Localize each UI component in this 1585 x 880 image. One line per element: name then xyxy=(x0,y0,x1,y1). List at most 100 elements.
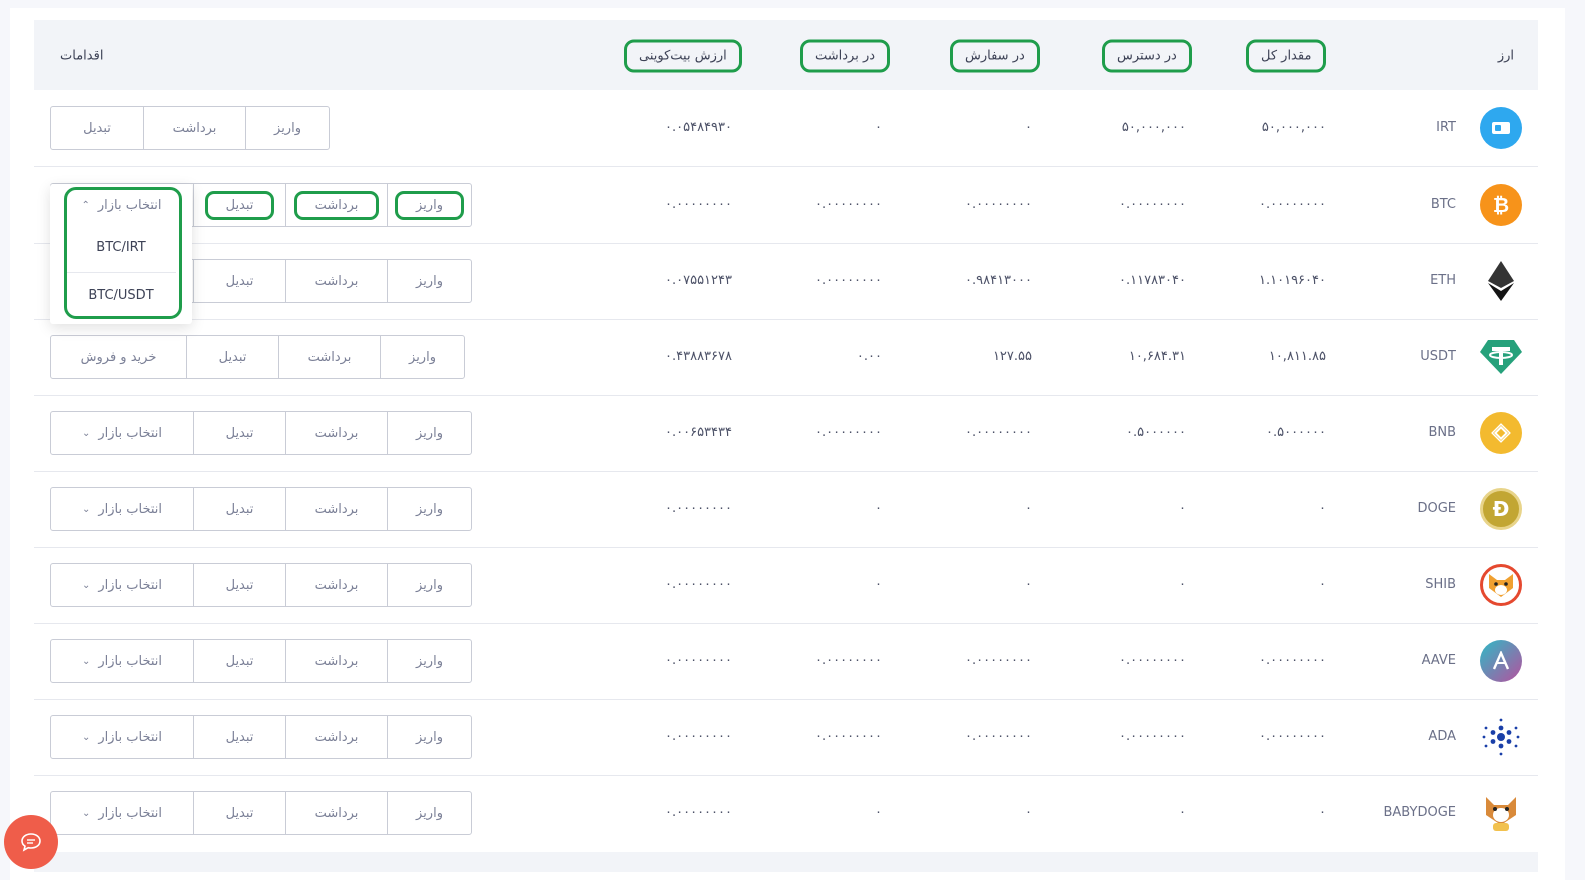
cell-available: ۰.۰۰۰۰۰۰۰۰ xyxy=(1119,653,1186,668)
market-select-open[interactable]: انتخاب بازار ⌃ xyxy=(64,193,179,217)
tether-icon xyxy=(1480,336,1522,378)
row-actions: واریز برداشت تبدیل xyxy=(50,106,330,150)
shiba-icon xyxy=(1480,564,1522,606)
header-in-order: در سفارش xyxy=(950,39,1040,73)
cell-total: ۰ xyxy=(1319,805,1326,820)
chat-button[interactable] xyxy=(4,815,58,869)
buy-sell-button[interactable]: خرید و فروش xyxy=(51,336,186,378)
table-row: USDT ۱۰,۸۱۱.۸۵ ۱۰,۶۸۴.۳۱ ۱۲۷.۵۵ ۰.۰۰ ۰.۴… xyxy=(34,319,1538,396)
cell-available: ۵۰,۰۰۰,۰۰۰ xyxy=(1121,120,1186,135)
cell-available: ۱۰,۶۸۴.۳۱ xyxy=(1128,349,1186,364)
chevron-down-icon: ⌄ xyxy=(82,427,91,439)
cell-in-withdraw: ۰.۰۰۰۰۰۰۰۰ xyxy=(815,729,882,744)
withdraw-button[interactable]: برداشت xyxy=(285,716,387,758)
table-footer xyxy=(34,852,1538,872)
cell-in-withdraw: ۰.۰۰۰۰۰۰۰۰ xyxy=(815,273,882,288)
cell-total: ۵۰,۰۰۰,۰۰۰ xyxy=(1261,120,1326,135)
cell-btc-value: ۰.۰۰۰۰۰۰۰۰ xyxy=(665,729,732,744)
table-row: ADA ۰.۰۰۰۰۰۰۰۰ ۰.۰۰۰۰۰۰۰۰ ۰.۰۰۰۰۰۰۰۰ ۰.۰… xyxy=(34,699,1538,776)
market-select[interactable]: انتخاب بازار ⌄ xyxy=(51,412,193,454)
convert-label: تبدیل xyxy=(204,190,275,220)
dogecoin-icon: Ð xyxy=(1480,488,1522,530)
deposit-button[interactable]: واریز xyxy=(387,564,471,606)
convert-button[interactable]: تبدیل xyxy=(193,184,285,226)
coin-symbol: AAVE xyxy=(1421,653,1456,668)
cell-btc-value: ۰.۰۰۰۰۰۰۰۰ xyxy=(665,197,732,212)
coin-symbol: ADA xyxy=(1428,729,1456,744)
cell-btc-value: ۰.۰۰۰۰۰۰۰۰ xyxy=(665,501,732,516)
convert-button[interactable]: تبدیل xyxy=(193,412,285,454)
coin-symbol: DOGE xyxy=(1417,501,1456,516)
wallet-card: ارز مقدار کل در دسترس در سفارش در برداشت… xyxy=(10,8,1565,880)
header-currency: ارز xyxy=(1497,48,1514,64)
cell-in-order: ۰ xyxy=(1025,577,1032,592)
table-row: BNB ۰.۵۰۰۰۰۰۰ ۰.۵۰۰۰۰۰۰ ۰.۰۰۰۰۰۰۰۰ ۰.۰۰۰… xyxy=(34,395,1538,472)
deposit-button[interactable]: واریز xyxy=(387,716,471,758)
withdraw-button[interactable]: برداشت xyxy=(285,260,387,302)
withdraw-button[interactable]: برداشت xyxy=(285,184,387,226)
withdraw-button[interactable]: برداشت xyxy=(285,640,387,682)
withdraw-button[interactable]: برداشت xyxy=(285,488,387,530)
withdraw-button[interactable]: برداشت xyxy=(143,107,245,149)
deposit-button[interactable]: واریز xyxy=(387,260,471,302)
table-row: BABYDOGE ۰ ۰ ۰ ۰ ۰.۰۰۰۰۰۰۰۰ واریز برداشت… xyxy=(34,775,1538,851)
market-select[interactable]: انتخاب بازار ⌄ xyxy=(51,792,193,834)
cell-in-order: ۰.۹۸۴۱۳۰۰۰ xyxy=(965,273,1032,288)
row-actions: واریز برداشت تبدیل انتخاب بازار ⌄ xyxy=(50,411,472,455)
cell-available: ۰ xyxy=(1179,805,1186,820)
cell-available: ۰.۵۰۰۰۰۰۰ xyxy=(1126,425,1186,440)
convert-button[interactable]: تبدیل xyxy=(193,564,285,606)
market-select-label: انتخاب بازار xyxy=(98,501,163,517)
convert-button[interactable]: تبدیل xyxy=(193,716,285,758)
market-select[interactable]: انتخاب بازار ⌄ xyxy=(51,488,193,530)
convert-button[interactable]: تبدیل xyxy=(186,336,278,378)
cell-total: ۱.۱۰۱۹۶۰۴۰ xyxy=(1259,273,1326,288)
withdraw-button[interactable]: برداشت xyxy=(278,336,380,378)
market-select-label: انتخاب بازار xyxy=(98,729,163,745)
ethereum-icon xyxy=(1480,260,1522,302)
withdraw-button[interactable]: برداشت xyxy=(285,412,387,454)
header-btc-value: ارزش بیت‌کوینی xyxy=(624,39,742,73)
convert-button[interactable]: تبدیل xyxy=(193,640,285,682)
bitcoin-icon: ₿ xyxy=(1480,184,1522,226)
convert-button[interactable]: تبدیل xyxy=(51,107,143,149)
coin-symbol: ETH xyxy=(1430,273,1456,288)
market-select[interactable]: انتخاب بازار ⌄ xyxy=(51,716,193,758)
cell-in-order: ۰.۰۰۰۰۰۰۰۰ xyxy=(965,197,1032,212)
cell-available: ۰.۰۰۰۰۰۰۰۰ xyxy=(1119,729,1186,744)
cell-total: ۰.۰۰۰۰۰۰۰۰ xyxy=(1259,197,1326,212)
withdraw-button[interactable]: برداشت xyxy=(285,564,387,606)
market-select[interactable]: انتخاب بازار ⌄ xyxy=(51,564,193,606)
market-select-label: انتخاب بازار xyxy=(98,805,163,821)
table-row: Ð DOGE ۰ ۰ ۰ ۰ ۰.۰۰۰۰۰۰۰۰ واریز برداشت ت… xyxy=(34,471,1538,548)
header-actions: اقدامات xyxy=(60,48,104,64)
cell-btc-value: ۰.۰۰۰۰۰۰۰۰ xyxy=(665,805,732,820)
coin-symbol: BABYDOGE xyxy=(1383,805,1457,820)
deposit-button[interactable]: واریز xyxy=(387,640,471,682)
cell-in-withdraw: ۰ xyxy=(875,501,882,516)
withdraw-label: برداشت xyxy=(293,190,380,220)
table-row: ETH ۱.۱۰۱۹۶۰۴۰ ۰.۱۱۷۸۳۰۴۰ ۰.۹۸۴۱۳۰۰۰ ۰.۰… xyxy=(34,243,1538,320)
convert-button[interactable]: تبدیل xyxy=(193,488,285,530)
table-header: ارز مقدار کل در دسترس در سفارش در برداشت… xyxy=(34,20,1538,90)
cell-in-order: ۰ xyxy=(1025,120,1032,135)
deposit-button[interactable]: واریز xyxy=(387,184,471,226)
convert-button[interactable]: تبدیل xyxy=(193,792,285,834)
market-select[interactable]: انتخاب بازار ⌄ xyxy=(51,640,193,682)
cell-total: ۰ xyxy=(1319,577,1326,592)
table-row: ₿ BTC ۰.۰۰۰۰۰۰۰۰ ۰.۰۰۰۰۰۰۰۰ ۰.۰۰۰۰۰۰۰۰ ۰… xyxy=(34,167,1538,244)
coin-symbol: USDT xyxy=(1420,349,1456,364)
chevron-down-icon: ⌄ xyxy=(82,655,91,667)
header-in-withdraw: در برداشت xyxy=(800,39,891,73)
deposit-button[interactable]: واریز xyxy=(387,792,471,834)
babydoge-icon xyxy=(1480,792,1522,834)
deposit-button[interactable]: واریز xyxy=(380,336,464,378)
deposit-button[interactable]: واریز xyxy=(387,412,471,454)
coin-symbol: BTC xyxy=(1430,197,1456,212)
cell-in-withdraw: ۰.۰۰۰۰۰۰۰۰ xyxy=(815,197,882,212)
deposit-button[interactable]: واریز xyxy=(387,488,471,530)
deposit-button[interactable]: واریز xyxy=(245,107,329,149)
withdraw-button[interactable]: برداشت xyxy=(285,792,387,834)
table-row: SHIB ۰ ۰ ۰ ۰ ۰.۰۰۰۰۰۰۰۰ واریز برداشت تبد… xyxy=(34,547,1538,624)
convert-button[interactable]: تبدیل xyxy=(193,260,285,302)
